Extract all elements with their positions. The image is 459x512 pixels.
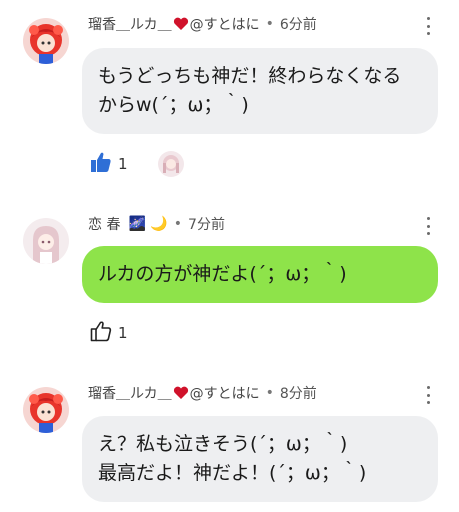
comment-header: 瑠香＿ルカ＿ @すとはに • 8分前 xyxy=(88,383,317,403)
author-suffix: @すとはに xyxy=(189,386,260,402)
avatar[interactable] xyxy=(23,387,69,433)
separator-dot: • xyxy=(173,216,183,232)
author-name[interactable]: 恋 春 xyxy=(88,214,120,234)
more-vert-icon[interactable] xyxy=(424,17,432,35)
message-line: 最高だよ！神だよ！(´；ω；｀) xyxy=(98,462,367,484)
author-name[interactable]: 瑠香＿ルカ＿ xyxy=(88,14,172,34)
author-name[interactable]: 瑠香＿ルカ＿ xyxy=(88,383,172,403)
comment-1: 瑠香＿ルカ＿ @すとはに • 6分前 もうどっちも神だ！終わらなくなる からw(… xyxy=(0,0,459,190)
author-suffix: @すとはに xyxy=(189,17,260,33)
like-count: 1 xyxy=(118,155,128,173)
avatar[interactable] xyxy=(23,18,69,64)
thumbs-up-icon[interactable] xyxy=(90,320,112,346)
timestamp: 7分前 xyxy=(188,217,225,233)
like-count: 1 xyxy=(118,324,128,342)
message-bubble[interactable]: ルカの方が神だよ(´；ω；｀) xyxy=(82,246,438,303)
like-row: 1 xyxy=(90,151,184,177)
more-vert-icon[interactable] xyxy=(424,386,432,404)
liked-by-avatar xyxy=(157,151,184,177)
message-line: からw(´；ω；｀) xyxy=(98,94,249,116)
avatar[interactable] xyxy=(23,218,69,264)
message-line: もうどっちも神だ！終わらなくなる xyxy=(98,65,402,87)
message-bubble[interactable]: え？私も泣きそう(´；ω；｀) 最高だよ！神だよ！(´；ω；｀) xyxy=(82,416,438,502)
thumbs-up-icon[interactable] xyxy=(90,151,112,177)
heart-icon xyxy=(173,386,189,400)
heart-icon xyxy=(173,17,189,31)
separator-dot: • xyxy=(265,16,274,32)
message-line: え？私も泣きそう(´；ω；｀) xyxy=(98,433,348,455)
message-line: ルカの方が神だよ(´；ω；｀) xyxy=(98,263,347,285)
message-bubble[interactable]: もうどっちも神だ！終わらなくなる からw(´；ω；｀) xyxy=(82,48,438,134)
comment-header: 恋 春 🌌 🌙 • 7分前 xyxy=(88,214,225,234)
more-vert-icon[interactable] xyxy=(424,217,432,235)
timestamp: 6分前 xyxy=(279,17,317,33)
timestamp: 8分前 xyxy=(279,386,317,402)
comment-header: 瑠香＿ルカ＿ @すとはに • 6分前 xyxy=(88,14,317,34)
author-emoji: 🌌 🌙 xyxy=(128,216,168,232)
like-row: 1 xyxy=(90,320,128,346)
separator-dot: • xyxy=(265,385,274,401)
